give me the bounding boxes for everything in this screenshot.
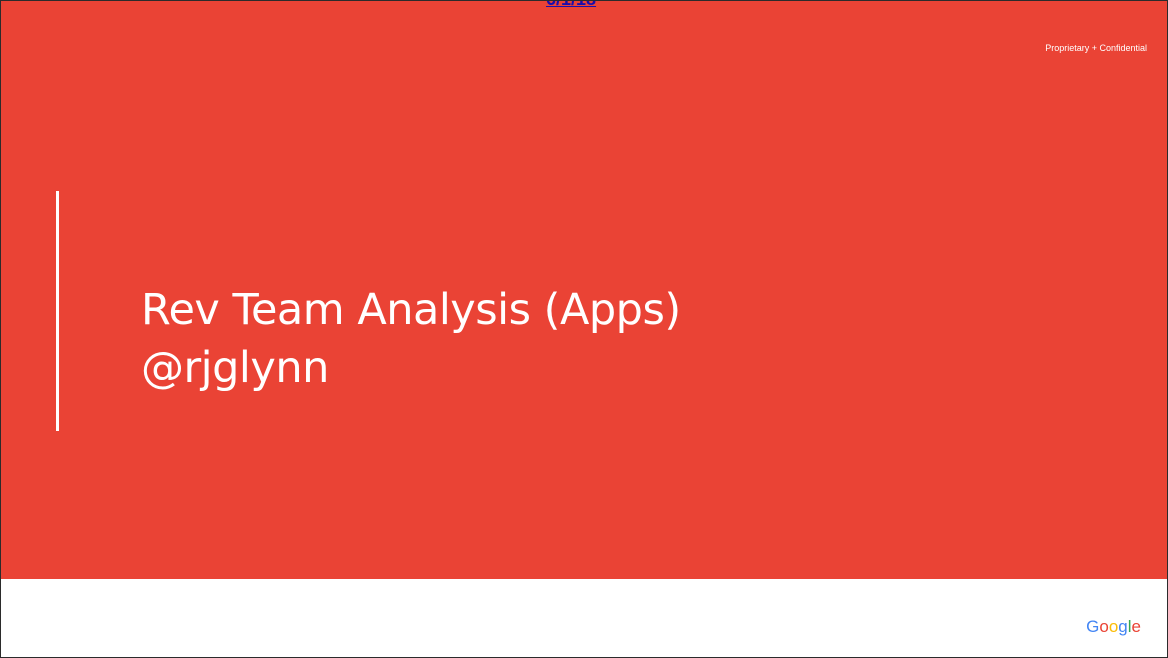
google-logo-letter: g [1118,617,1128,636]
google-logo-letter: e [1131,617,1141,636]
google-logo-letter: o [1099,617,1109,636]
slide-title-line-2: @rjglynn [141,343,329,393]
confidentiality-label: Proprietary + Confidential [1045,43,1147,53]
title-panel: Proprietary + Confidential Rev Team Anal… [1,1,1167,579]
top-link[interactable]: 6/1/18 [546,1,596,10]
google-logo: Google [1086,617,1141,637]
slide-title-line-1: Rev Team Analysis (Apps) [141,285,681,335]
accent-divider [56,191,59,431]
google-logo-letter: G [1086,617,1100,636]
google-logo-letter: o [1108,617,1119,636]
slide-title: Rev Team Analysis (Apps) @rjglynn [141,281,681,397]
presentation-slide: Proprietary + Confidential Rev Team Anal… [0,0,1168,658]
